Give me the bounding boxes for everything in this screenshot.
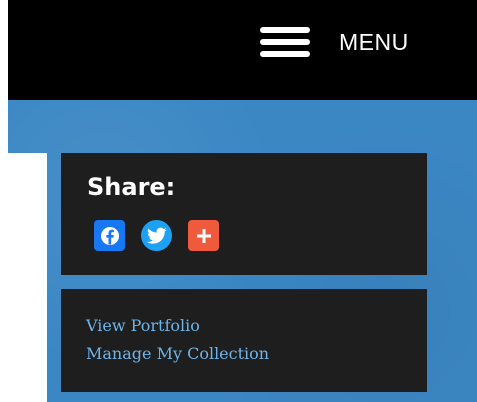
add-share-button[interactable] [188, 220, 219, 251]
facebook-share-button[interactable] [94, 220, 125, 251]
share-buttons [94, 220, 219, 251]
twitter-icon [146, 227, 167, 244]
plus-icon [196, 228, 211, 243]
links-card: View Portfolio Manage My Collection [61, 289, 427, 392]
hamburger-icon[interactable] [260, 24, 310, 60]
facebook-icon [100, 226, 119, 245]
share-card: Share: [61, 153, 427, 275]
view-portfolio-link[interactable]: View Portfolio [86, 316, 200, 335]
manage-collection-link[interactable]: Manage My Collection [86, 344, 269, 363]
page: MENU Share: View Portfolio Manage My Col… [0, 0, 477, 402]
menu-label[interactable]: MENU [339, 29, 409, 56]
top-bar: MENU [8, 0, 477, 100]
menu-button[interactable]: MENU [260, 22, 430, 62]
white-margin [8, 153, 47, 402]
twitter-share-button[interactable] [141, 220, 172, 251]
share-title: Share: [87, 173, 176, 201]
